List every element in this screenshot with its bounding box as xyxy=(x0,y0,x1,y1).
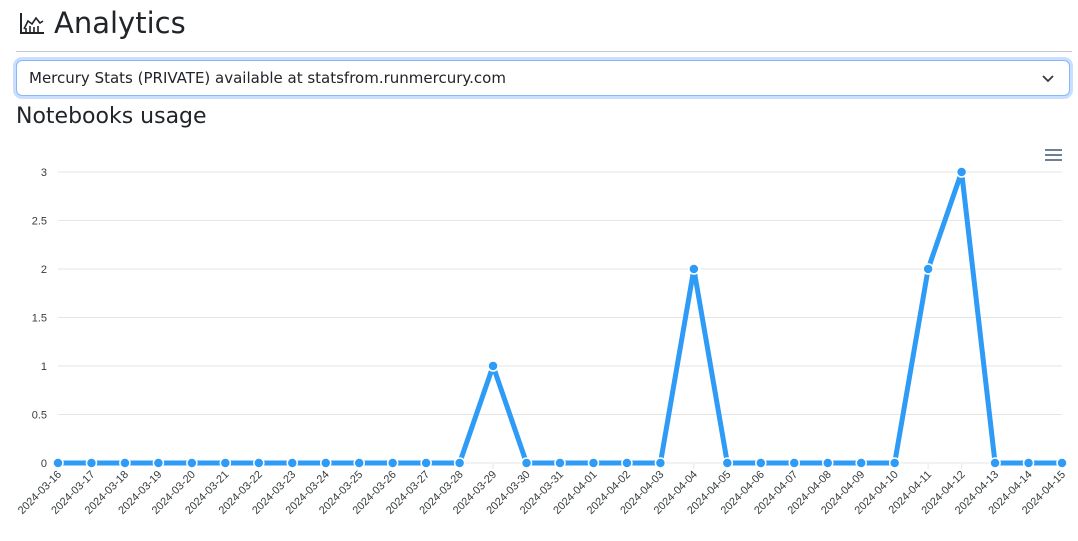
data-point xyxy=(420,457,432,469)
y-tick-label: 1 xyxy=(41,361,47,373)
data-point xyxy=(152,457,165,469)
data-point xyxy=(688,263,700,275)
data-point xyxy=(386,457,399,469)
data-point xyxy=(554,457,566,469)
data-point xyxy=(319,457,332,469)
data-point xyxy=(821,457,834,469)
data-point xyxy=(755,457,767,469)
data-point xyxy=(487,360,499,372)
data-point xyxy=(989,457,1001,469)
hamburger-menu-icon[interactable] xyxy=(1045,149,1062,163)
data-point xyxy=(621,457,633,469)
data-point xyxy=(855,457,867,469)
data-point xyxy=(219,457,232,469)
data-point xyxy=(955,166,968,178)
data-point xyxy=(453,457,466,469)
y-tick-label: 0 xyxy=(41,458,47,470)
y-tick-label: 2 xyxy=(41,264,47,276)
data-point xyxy=(721,457,734,469)
data-point xyxy=(52,457,64,469)
data-point xyxy=(922,263,934,275)
data-point xyxy=(888,457,901,469)
data-point xyxy=(1022,457,1035,469)
data-point xyxy=(788,457,801,469)
data-point xyxy=(85,457,98,469)
y-tick-label: 2.5 xyxy=(32,216,47,228)
data-point xyxy=(1056,457,1068,469)
data-point xyxy=(253,457,265,469)
y-tick-label: 1.5 xyxy=(32,313,47,325)
data-point xyxy=(353,457,365,469)
data-point xyxy=(587,457,600,469)
data-point xyxy=(186,457,198,469)
y-tick-label: 0.5 xyxy=(32,410,47,422)
data-point xyxy=(286,457,299,469)
line-chart: 00.511.522.532024-03-162024-03-172024-03… xyxy=(16,166,1068,517)
data-point xyxy=(520,457,533,469)
data-point xyxy=(119,457,131,469)
y-tick-label: 3 xyxy=(41,167,47,179)
data-point xyxy=(654,457,667,469)
